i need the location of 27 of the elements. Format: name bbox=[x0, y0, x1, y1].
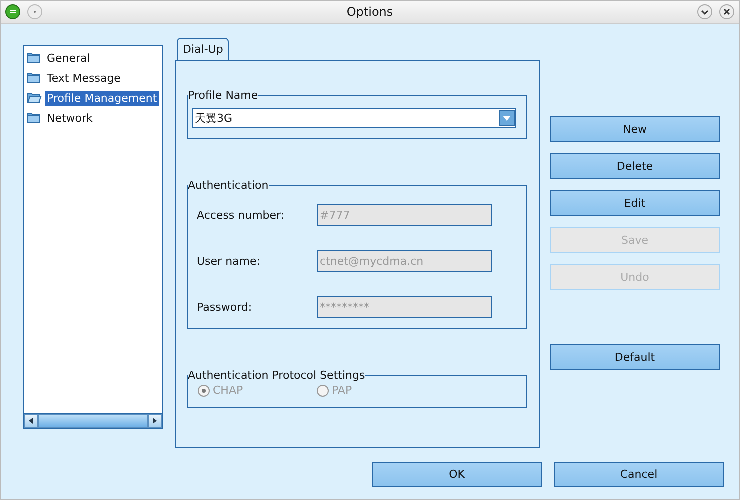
action-button[interactable]: New bbox=[550, 116, 720, 142]
app-icon bbox=[5, 4, 21, 20]
field-label: User name: bbox=[196, 254, 262, 268]
minimize-button[interactable] bbox=[697, 4, 713, 20]
field-label: Access number: bbox=[196, 208, 286, 222]
scroll-left-icon[interactable] bbox=[24, 414, 38, 428]
profile-dropdown[interactable]: 天翼3G bbox=[192, 108, 516, 128]
action-button[interactable]: Edit bbox=[550, 190, 720, 216]
sidebar-item[interactable]: Profile Management bbox=[45, 90, 160, 106]
action-button[interactable]: Delete bbox=[550, 153, 720, 179]
tab[interactable]: Dial-Up bbox=[177, 38, 230, 60]
sidebar-item[interactable]: General bbox=[45, 50, 92, 66]
group-title: Authentication Protocol Settings bbox=[188, 369, 366, 382]
horizontal-scrollbar[interactable] bbox=[24, 413, 162, 428]
group-title: Profile Name bbox=[188, 89, 258, 102]
sidebar-item[interactable]: Network bbox=[45, 110, 95, 126]
radio-label: CHAP bbox=[213, 384, 244, 397]
group-title: Authentication bbox=[188, 179, 269, 192]
window-title: Options bbox=[346, 5, 394, 19]
scroll-right-icon[interactable] bbox=[148, 414, 162, 428]
dialog-button[interactable]: Cancel bbox=[554, 462, 724, 487]
action-button[interactable]: Default bbox=[550, 344, 720, 370]
sidebar-item[interactable]: Text Message bbox=[45, 70, 123, 86]
radio-label: PAP bbox=[332, 384, 352, 397]
close-button[interactable] bbox=[719, 4, 735, 20]
dialog-button[interactable]: OK bbox=[372, 462, 542, 487]
field-label: Password: bbox=[196, 300, 254, 314]
